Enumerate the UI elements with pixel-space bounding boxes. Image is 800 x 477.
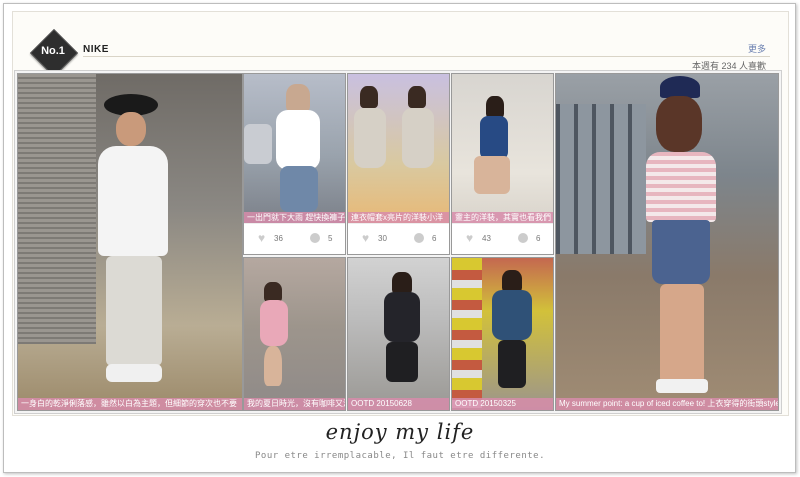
photo-caption-7: OOTD 20150325 — [452, 398, 553, 410]
like-count: 30 — [378, 234, 387, 243]
like-count: 43 — [482, 234, 491, 243]
comment-icon[interactable] — [310, 233, 320, 243]
photo-tile-4[interactable]: 靈主的洋裝，其實也看我們 ♥ 43 6 — [451, 73, 554, 255]
photo-tile-8[interactable]: My summer point: a cup of iced coffee to… — [555, 73, 779, 411]
photo-tile-3[interactable]: 連衣帽套x亮片的洋裝小洋 ♥ 30 6 — [347, 73, 450, 255]
comment-count: 6 — [432, 234, 437, 243]
photo-tile-5[interactable]: 我的夏日時光，沒有咖啡又沒有色彩 — [243, 257, 346, 411]
header-divider — [83, 56, 770, 57]
photo-caption-5: 我的夏日時光，沒有咖啡又沒有色彩 — [244, 398, 345, 410]
photo-tile-6[interactable]: OOTD 20150628 — [347, 257, 450, 411]
photo-caption-8: My summer point: a cup of iced coffee to… — [556, 398, 778, 410]
stats-bar-3: ♥ 30 6 — [348, 223, 449, 254]
footer-subtitle: Pour etre irremplacable, Il faut etre di… — [254, 451, 545, 461]
photo-caption-1: 一身白的乾淨俐落感，雖然以白為主題，但細節的穿次也不要 — [18, 398, 242, 410]
rank-badge: No.1 — [29, 28, 79, 78]
footer-title: enjoy my life — [325, 420, 475, 444]
comment-icon[interactable] — [518, 233, 528, 243]
heart-icon[interactable]: ♥ — [258, 232, 269, 244]
photo-gallery: 一身白的乾淨俐落感，雖然以白為主題，但細節的穿次也不要 一出門就下大雨 趕快換褲… — [14, 70, 782, 414]
stats-bar-2: ♥ 36 5 — [244, 223, 345, 254]
comment-count: 5 — [328, 234, 333, 243]
heart-icon[interactable]: ♥ — [362, 232, 373, 244]
heart-icon[interactable]: ♥ — [466, 232, 477, 244]
comment-count: 6 — [536, 234, 541, 243]
photo-tile-1[interactable]: 一身白的乾淨俐落感，雖然以白為主題，但細節的穿次也不要 — [17, 73, 243, 411]
more-link[interactable]: 更多 — [748, 42, 766, 55]
like-count: 36 — [274, 234, 283, 243]
rank-label: No.1 — [41, 45, 65, 57]
brand-name[interactable]: NIKE — [83, 44, 109, 55]
stats-bar-4: ♥ 43 6 — [452, 223, 553, 254]
photo-tile-2[interactable]: 一出門就下大雨 趕快換褲子 ♥ 36 5 — [243, 73, 346, 255]
comment-icon[interactable] — [414, 233, 424, 243]
photo-caption-6: OOTD 20150628 — [348, 398, 449, 410]
photo-tile-7[interactable]: OOTD 20150325 — [451, 257, 554, 411]
